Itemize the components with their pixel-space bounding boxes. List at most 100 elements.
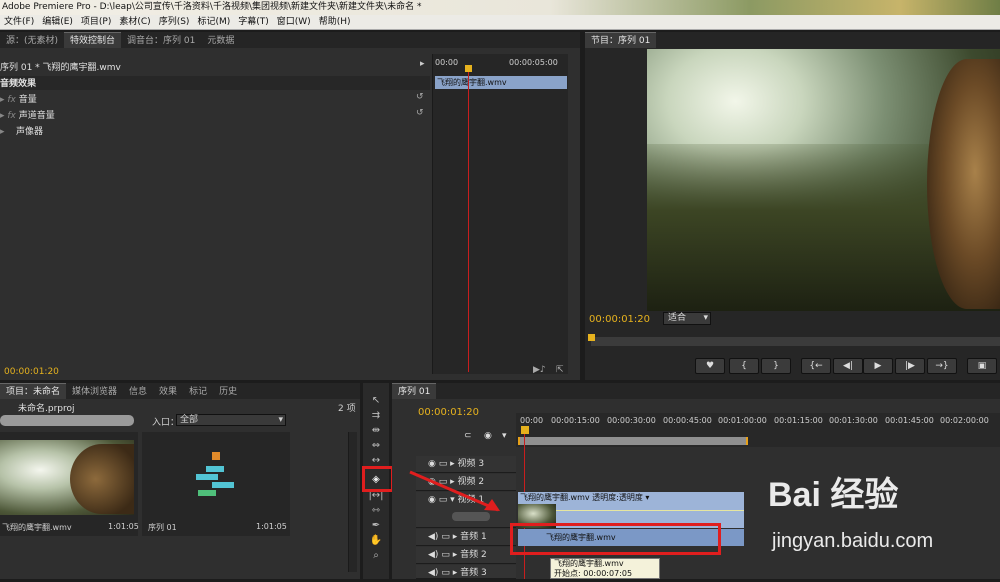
project-file-name: 未命名.prproj [18,404,75,414]
play-audio-icon[interactable]: ▶♪ [533,365,546,375]
track-header-audio2[interactable]: ◀) ▭ ▸ 音频 2 [416,547,516,564]
zoom-tool-icon[interactable]: ⌕ [368,549,384,562]
in-select[interactable]: 全部 ▾ [176,414,286,426]
item-count: 2 项 [338,404,356,414]
expand-arrow-icon[interactable]: ▸ [420,59,425,69]
speaker-icon[interactable]: ◀) [428,568,438,578]
ruler-label: 00:01:00:00 [718,416,767,425]
work-area-bar[interactable] [518,437,748,445]
add-marker-icon[interactable]: ◉ [484,431,492,441]
clip-thumbnail [0,440,134,515]
reset-icon[interactable]: ↺ [416,108,424,118]
marker-icon[interactable]: ▾ [502,431,507,441]
mark-out-button[interactable]: } [761,358,791,374]
mini-clip[interactable]: 飞翔的鹰宇翻.wmv [435,76,567,89]
mark-in-button[interactable]: { [729,358,759,374]
program-scrub-bar[interactable] [591,337,1000,346]
fx-icon: ▸ fx [0,95,16,105]
menu-help[interactable]: 帮助(H) [315,15,355,30]
timeline-tabs: 序列 01 [392,383,1000,399]
export-icon[interactable]: ⇱ [556,365,564,375]
menu-sequence[interactable]: 序列(S) [155,15,194,30]
menu-marker[interactable]: 标记(M) [193,15,234,30]
track-select-tool-icon[interactable]: ⇉ [368,409,384,422]
hand-tool-icon[interactable]: ✋ [368,534,384,547]
in-value: 全部 [180,415,199,425]
tooltip-start: 开始点: 00:00:07:05 [554,569,633,578]
expand-arrow-icon[interactable]: ▸ [450,459,455,469]
program-timecode[interactable]: 00:00:01:20 [589,314,650,325]
tab-effects[interactable]: 效果 [153,384,183,399]
step-back-button[interactable]: ◀| [833,358,863,374]
ruler-label: 00:00 [520,416,544,425]
tab-markers[interactable]: 标记 [183,384,213,399]
selection-tool-icon[interactable]: ↖ [368,394,384,407]
search-input[interactable] [0,415,134,426]
chevron-down-icon[interactable]: ▾ [645,493,649,502]
effect-row[interactable]: ▸ 声像器 [0,124,430,139]
tab-audio-mixer[interactable]: 调音台：序列 01 [121,33,201,48]
eagle-thumb [70,444,134,514]
project-item[interactable]: 飞翔的鹰宇翻.wmv 1:01:05 [0,432,139,536]
expand-arrow-icon[interactable]: ▸ [453,550,458,560]
tab-sequence[interactable]: 序列 01 [392,383,437,399]
tab-info[interactable]: 信息 [123,384,153,399]
menu-title[interactable]: 字幕(T) [234,15,273,30]
pen-tool-icon[interactable]: ✒ [368,519,384,532]
tab-source[interactable]: 源：(无素材) [0,33,64,48]
ruler-label: 00:00:15:00 [551,416,600,425]
tab-program[interactable]: 节目：序列 01 [585,32,657,48]
tab-project[interactable]: 项目：未命名 [0,383,67,399]
ruler-label: 00:01:45:00 [885,416,934,425]
marker-button[interactable]: ♥ [695,358,725,374]
expand-arrow-icon: ▸ [0,127,14,137]
go-to-in-button[interactable]: {← [801,358,831,374]
menu-clip[interactable]: 素材(C) [115,15,154,30]
eye-icon[interactable]: ◉ [428,459,436,469]
expand-arrow-icon[interactable]: ▸ [453,568,458,578]
razor-highlight [362,466,394,492]
opacity-line[interactable] [556,510,744,511]
expand-arrow-icon[interactable]: ▸ [453,532,458,542]
menu-edit[interactable]: 编辑(E) [38,15,77,30]
film-icon: ▭ [438,459,448,469]
menu-window[interactable]: 窗口(W) [273,15,315,30]
playhead-icon[interactable] [465,65,472,72]
item-duration: 1:01:05 [256,522,287,531]
zoom-select[interactable]: 适合 ▾ [663,312,711,325]
menu-project[interactable]: 项目(P) [77,15,115,30]
project-scrollbar[interactable] [348,432,357,572]
menu-bar: 文件(F) 编辑(E) 项目(P) 素材(C) 序列(S) 标记(M) 字幕(T) 窗口(W)… [0,15,1000,30]
go-to-out-button[interactable]: →} [927,358,957,374]
reset-icon[interactable]: ↺ [416,92,424,102]
program-playhead-icon[interactable] [588,334,595,341]
seq-bar [198,490,216,496]
menu-file[interactable]: 文件(F) [0,15,38,30]
export-frame-button[interactable]: ▣ [967,358,997,374]
play-button[interactable]: ▶ [863,358,893,374]
clip-tooltip: 飞翔的鹰宇翻.wmv 开始点: 00:00:07:05 [550,558,660,579]
effect-row[interactable]: ▸ fx 声道音量 ↺ [0,108,430,123]
effect-row[interactable]: ▸ fx 音量 ↺ [0,92,430,107]
effect-timecode[interactable]: 00:00:01:20 [4,367,59,377]
project-panel: 项目：未命名 媒体浏览器 信息 效果 标记 历史 2 项 未命名.prproj 入口： 全… [0,383,360,579]
snap-icon[interactable]: ⊂ [464,431,472,441]
project-item[interactable]: 序列 01 1:01:05 [142,432,290,536]
rolling-edit-tool-icon[interactable]: ⇔ [368,439,384,452]
seq-bar [212,482,234,488]
tab-history[interactable]: 历史 [213,384,243,399]
tab-media-browser[interactable]: 媒体浏览器 [66,384,123,399]
track-header-audio3[interactable]: ◀) ▭ ▸ 音频 3 [416,565,516,579]
timeline-playhead-icon[interactable] [521,426,529,434]
timeline-timecode[interactable]: 00:00:01:20 [418,407,479,418]
track-header-audio1[interactable]: ◀) ▭ ▸ 音频 1 [416,529,516,546]
slide-tool-icon[interactable]: ⇿ [368,504,384,517]
ripple-edit-tool-icon[interactable]: ⇹ [368,424,384,437]
speaker-icon[interactable]: ◀) [428,532,438,542]
tab-effect-controls[interactable]: 特效控制台 [64,32,122,48]
tab-metadata[interactable]: 元数据 [201,33,240,48]
step-forward-button[interactable]: |▶ [895,358,925,374]
item-name: 序列 01 [148,523,177,532]
speaker-icon[interactable]: ◀) [428,550,438,560]
project-tabs: 项目：未命名 媒体浏览器 信息 效果 标记 历史 [0,383,360,399]
